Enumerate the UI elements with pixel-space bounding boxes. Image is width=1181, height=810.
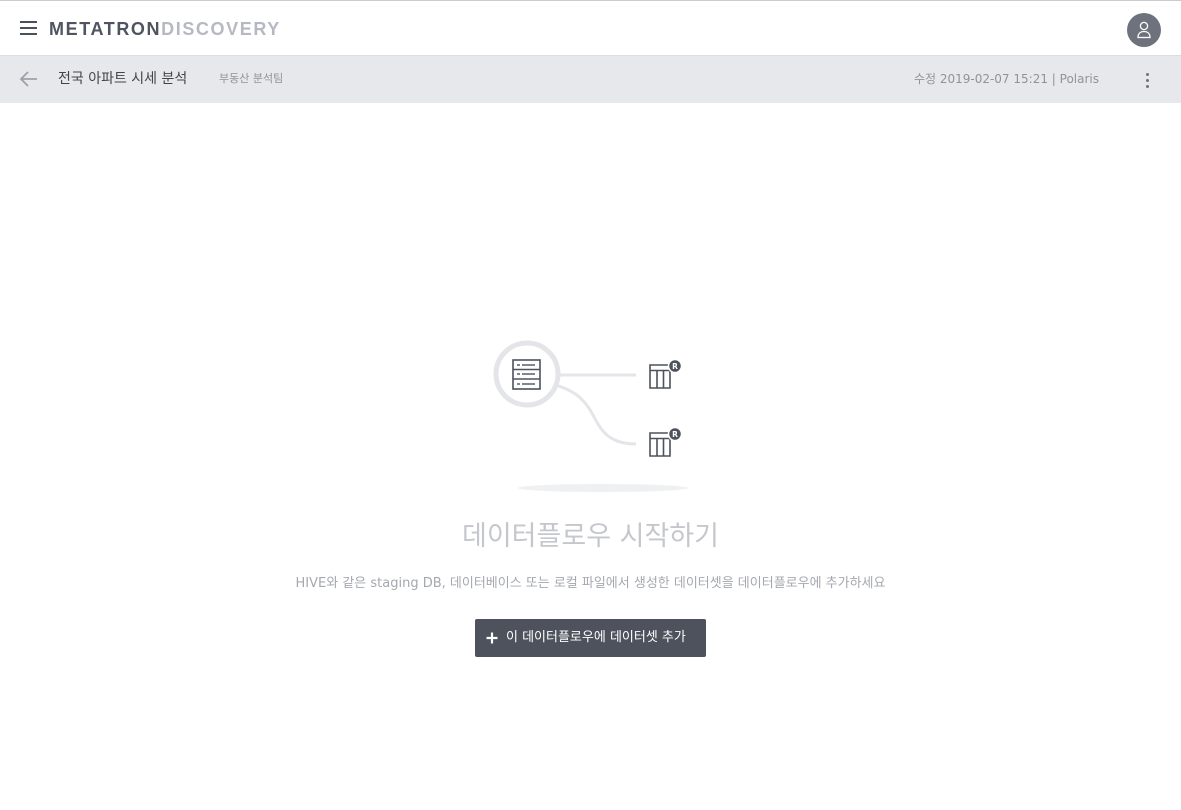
logo-secondary-text: DISCOVERY <box>161 19 281 39</box>
plus-icon <box>486 632 498 644</box>
empty-state-description: HIVE와 같은 staging DB, 데이터베이스 또는 로컬 파일에서 생… <box>295 576 886 591</box>
dataset-badge-text: R <box>672 430 678 439</box>
page-title: 전국 아파트 시세 분석 <box>58 71 188 87</box>
workbench-header-bar: 전국 아파트 시세 분석 부동산 분석팀 수정 2019-02-07 15:21… <box>0 56 1181 103</box>
page-description: 부동산 분석팀 <box>219 72 284 85</box>
add-dataset-button-label: 이 데이터플로우에 데이터셋 추가 <box>506 630 686 645</box>
empty-state-title: 데이터플로우 시작하기 <box>462 521 719 552</box>
dataflow-illustration: R R <box>490 336 700 496</box>
back-arrow-icon[interactable] <box>19 70 39 88</box>
hamburger-menu-icon[interactable] <box>20 21 38 35</box>
dataset-table-icon: R <box>649 358 683 389</box>
dataset-table-icon: R <box>649 426 683 457</box>
add-dataset-button[interactable]: 이 데이터플로우에 데이터셋 추가 <box>475 619 706 657</box>
more-options-icon[interactable] <box>1143 71 1151 89</box>
top-navigation-bar: METATRONDISCOVERY <box>0 0 1181 56</box>
logo-primary-text: METATRON <box>49 19 162 39</box>
user-avatar-icon[interactable] <box>1127 13 1161 47</box>
app-logo[interactable]: METATRONDISCOVERY <box>49 18 281 40</box>
dataset-badge-text: R <box>672 362 678 371</box>
modified-info: 수정 2019-02-07 15:21 | Polaris <box>913 72 1099 86</box>
